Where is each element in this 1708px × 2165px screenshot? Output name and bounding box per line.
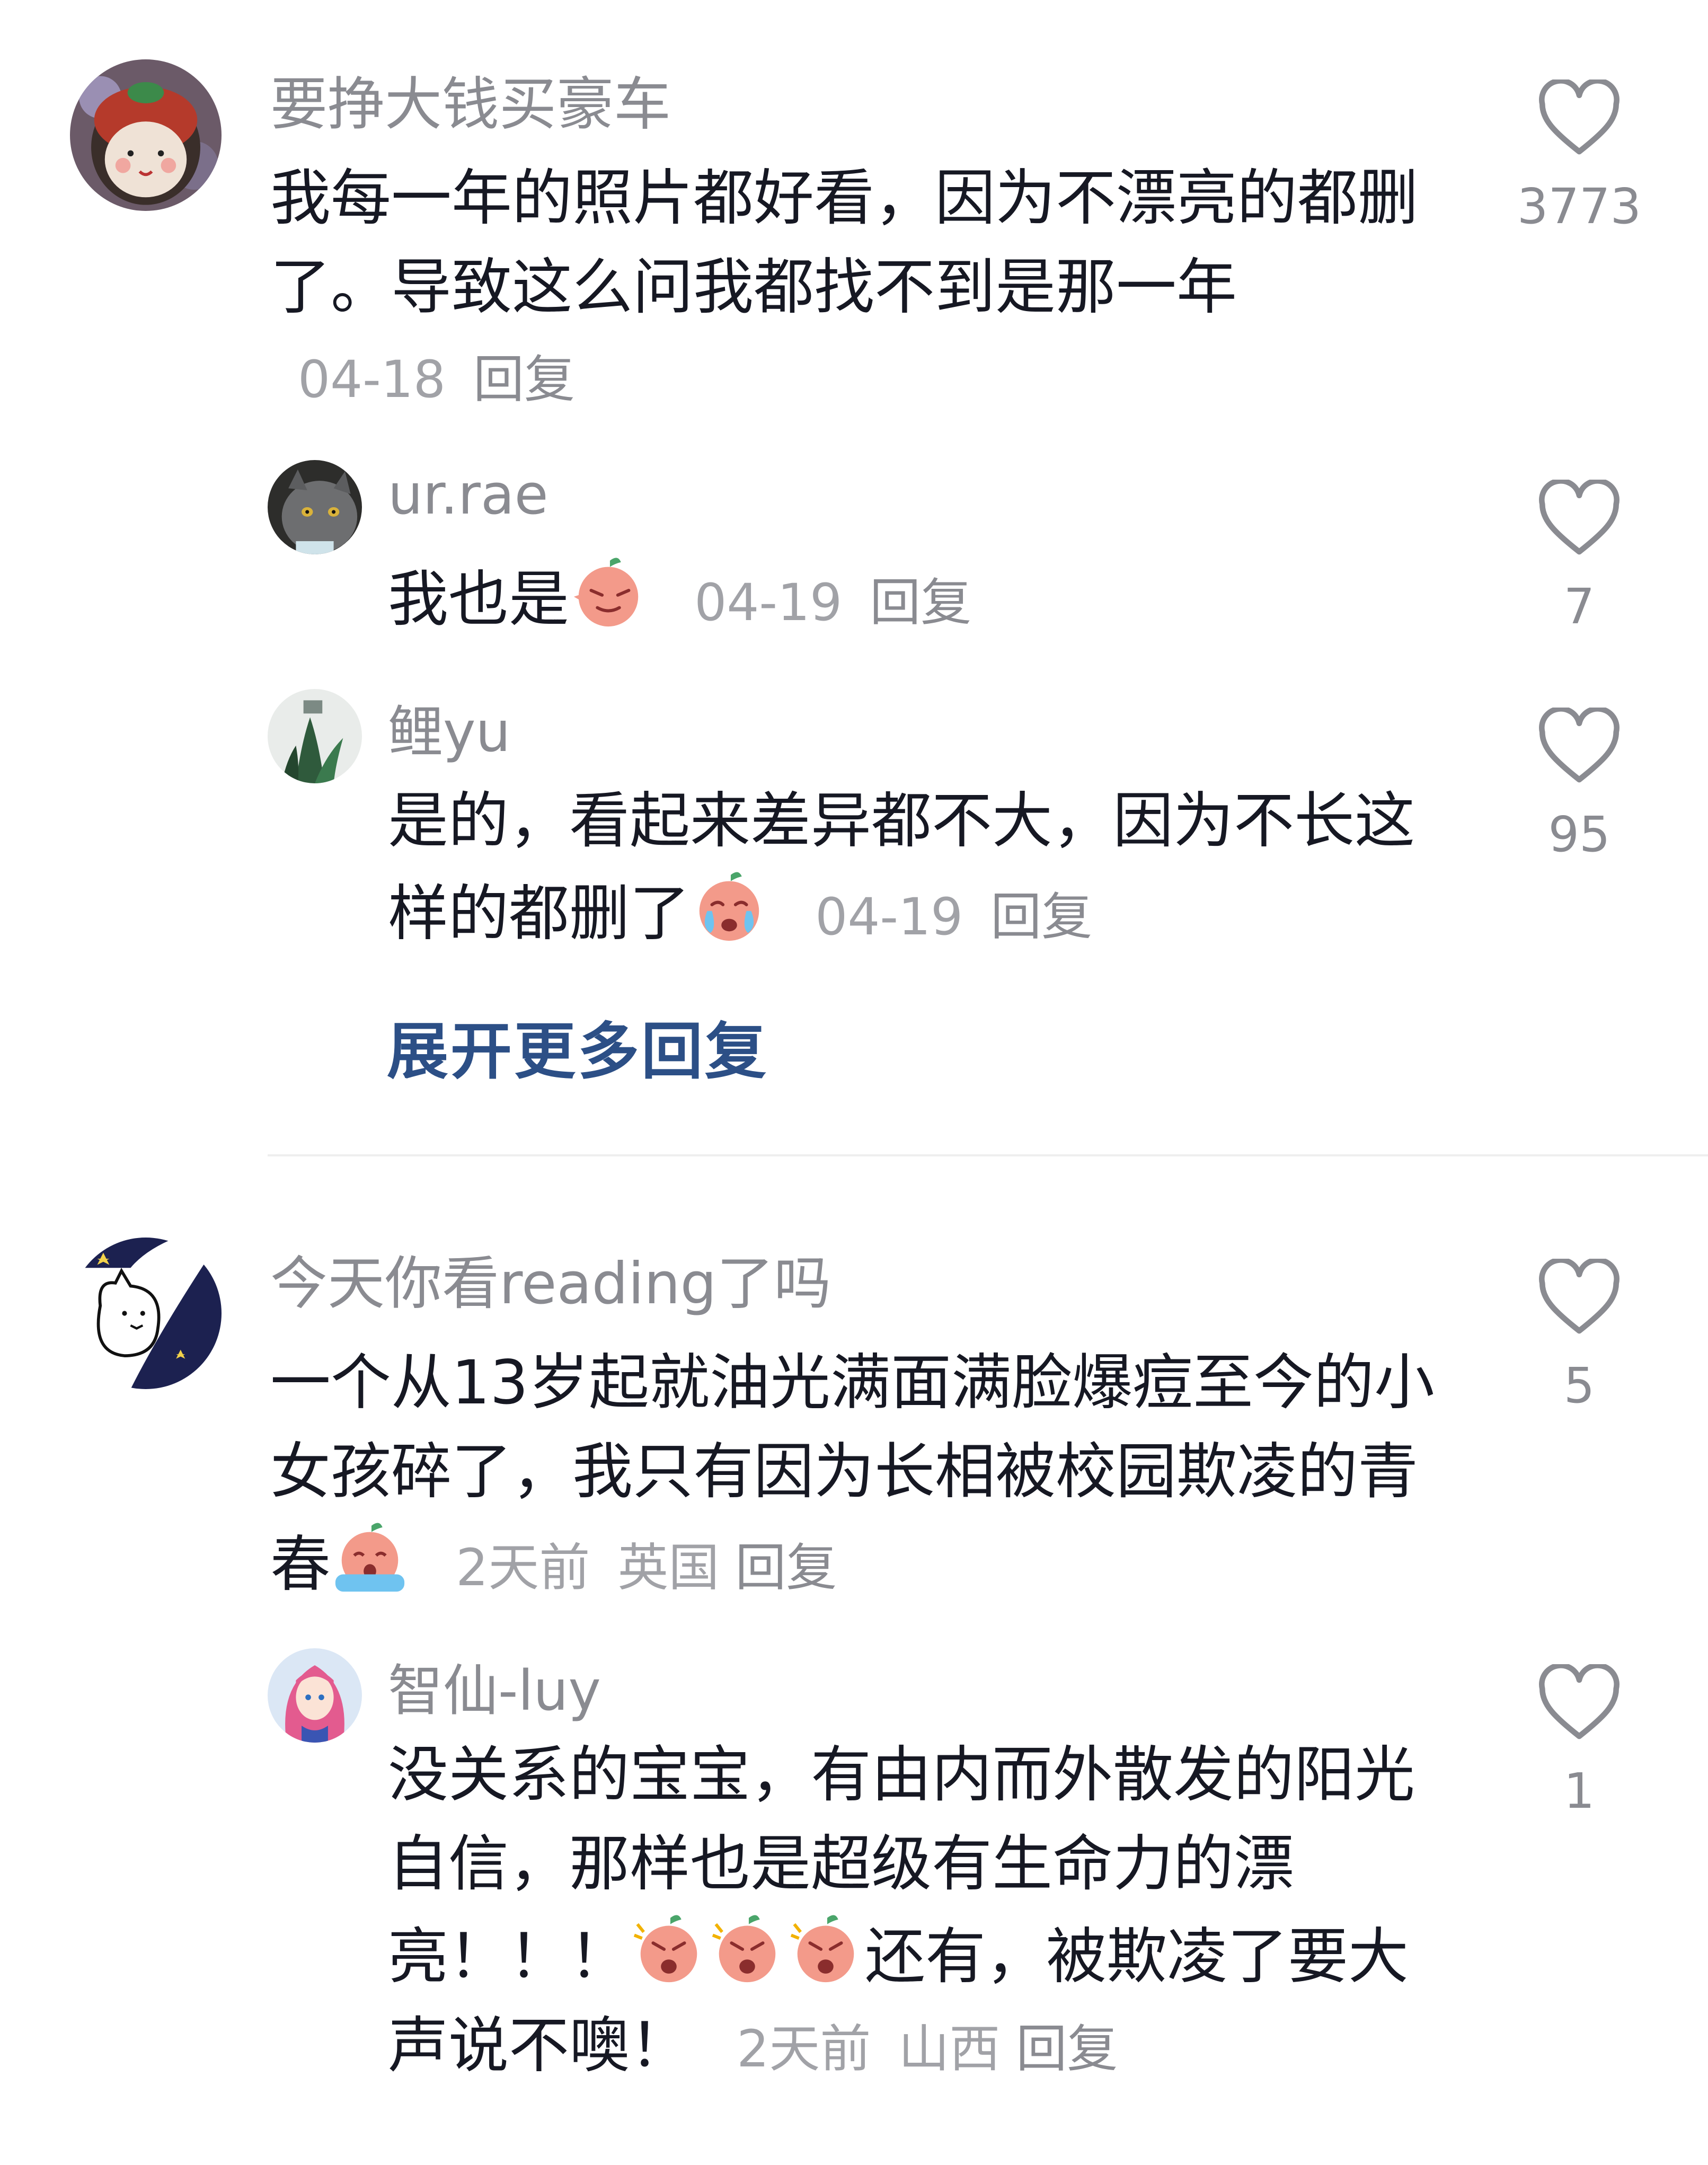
- comment-location: 英国: [617, 1538, 720, 1597]
- username[interactable]: 智仙-luy: [388, 1646, 601, 1726]
- username[interactable]: ur.rae: [388, 462, 548, 527]
- angry-emoji-icon: [786, 1908, 865, 1987]
- avatar-image-cartoon-cat: [70, 1238, 222, 1389]
- comment-meta: 2天前 英国 回复: [428, 1538, 837, 1597]
- avatar-image-grey-cat: [268, 460, 362, 554]
- avatar-image-anime-girl: [268, 1648, 362, 1743]
- avatar[interactable]: [70, 1238, 222, 1389]
- reply-button[interactable]: 回复: [735, 1538, 837, 1597]
- reply-meta: 04-19 回复: [787, 887, 1092, 947]
- avatar[interactable]: [70, 59, 222, 211]
- reply-meta: 04-19 回复: [667, 573, 971, 632]
- like-count: 3773: [1517, 178, 1642, 235]
- avatar[interactable]: [268, 689, 362, 783]
- reply-text: 没关系的宝宝，有由内而外散发的阳光自信，那样也是超级有生命力的漂亮！！！ 还有，…: [388, 1730, 1458, 2093]
- heart-icon: [1539, 1259, 1619, 1334]
- avatar[interactable]: [268, 1648, 362, 1743]
- like-count: 5: [1563, 1357, 1595, 1414]
- avatar-image-crochet-doll: [70, 59, 222, 211]
- reply-text: 我也是 04-19 回复: [388, 551, 1458, 647]
- reply-body: 我也是: [388, 564, 570, 634]
- reply-meta: 2天前 山西 回复: [709, 2019, 1118, 2079]
- username[interactable]: 今天你看reading了吗: [270, 1238, 831, 1320]
- avatar[interactable]: [268, 460, 362, 554]
- heart-icon: [1539, 480, 1619, 555]
- like-button[interactable]: 95: [1505, 708, 1653, 863]
- crying-emoji-icon: [690, 865, 768, 944]
- comment-time: 2天前: [456, 1538, 590, 1597]
- reply-time: 2天前: [737, 2019, 871, 2079]
- like-button[interactable]: 3773: [1505, 79, 1653, 235]
- comment-text: 我每一年的照片都好看，因为不漂亮的都删了。导致这么问我都找不到是那一年 04-1…: [270, 154, 1436, 424]
- reply-button[interactable]: 回复: [473, 350, 575, 409]
- heart-icon: [1539, 708, 1619, 783]
- expand-more-replies-link[interactable]: 展开更多回复: [387, 1002, 768, 1091]
- comment-meta: 04-18 回复: [270, 350, 575, 409]
- reply-button[interactable]: 回复: [1016, 2019, 1118, 2079]
- comment-text: 一个从13岁起就油光满面满脸爆痘至今的小女孩碎了，我只有因为长相被校园欺凌的青春…: [270, 1338, 1436, 1612]
- reply-location: 山西: [898, 2019, 1001, 2079]
- username[interactable]: 要挣大钱买豪车: [270, 58, 671, 141]
- cry-emoji-icon: [331, 1516, 409, 1595]
- angry-emoji-icon: [630, 1908, 708, 1987]
- like-button[interactable]: 7: [1505, 480, 1653, 635]
- like-button[interactable]: 5: [1505, 1259, 1653, 1414]
- comment-body: 我每一年的照片都好看，因为不漂亮的都删了。导致这么问我都找不到是那一年: [270, 163, 1419, 322]
- heart-icon: [1539, 1664, 1619, 1739]
- reply-time: 04-19: [694, 573, 843, 632]
- like-count: 1: [1563, 1763, 1595, 1819]
- avatar-image-plant: [268, 689, 362, 783]
- reply-text: 是的，看起来差异都不大，因为不长这样的都删了 04-19 回复: [388, 776, 1458, 961]
- username[interactable]: 鲤yu: [388, 687, 510, 767]
- like-count: 7: [1563, 578, 1595, 635]
- reply-button[interactable]: 回复: [870, 573, 971, 632]
- comment-time: 04-18: [298, 350, 446, 409]
- heart-icon: [1539, 79, 1619, 155]
- comment-list: 要挣大钱买豪车 我每一年的照片都好看，因为不漂亮的都删了。导致这么问我都找不到是…: [0, 0, 1708, 2165]
- reply-button[interactable]: 回复: [990, 887, 1092, 947]
- angry-emoji-icon: [708, 1908, 786, 1987]
- like-button[interactable]: 1: [1505, 1664, 1653, 1819]
- like-count: 95: [1548, 806, 1610, 863]
- divider: [268, 1154, 1708, 1156]
- smirk-emoji-icon: [569, 551, 648, 630]
- reply-time: 04-19: [815, 887, 963, 947]
